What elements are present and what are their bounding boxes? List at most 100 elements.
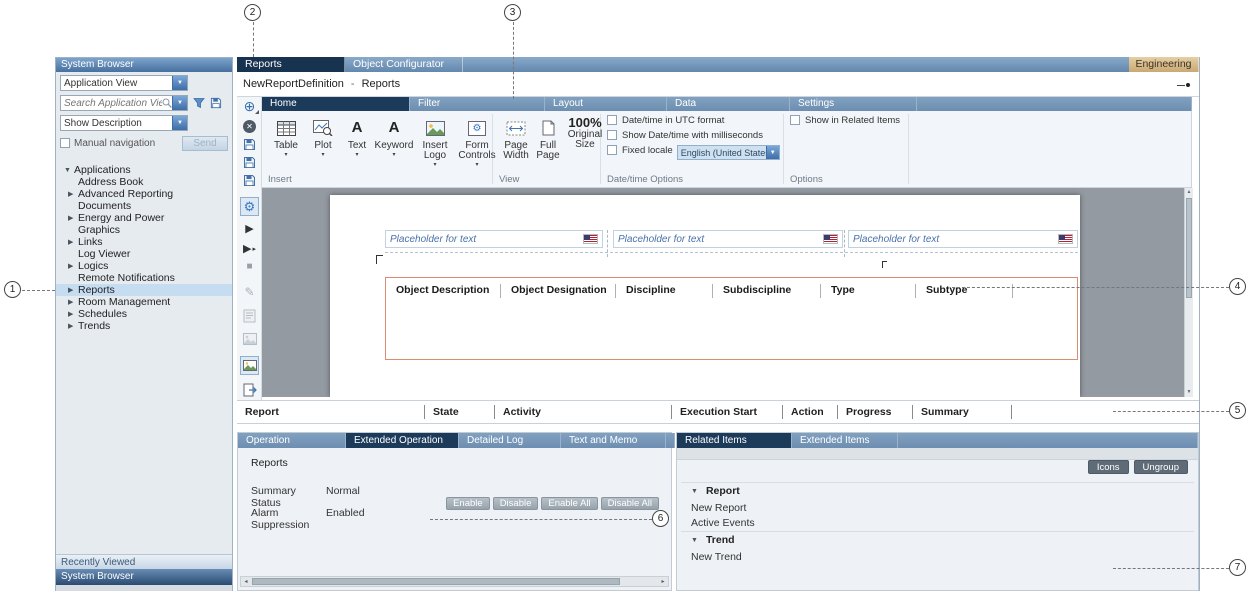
recently-viewed-bar[interactable]: Recently Viewed bbox=[56, 554, 232, 569]
report-page[interactable]: Placeholder for text Placeholder for tex… bbox=[330, 195, 1080, 397]
collapse-arrow-icon[interactable]: ▼ bbox=[64, 167, 74, 174]
tree-item-energy-and-power[interactable]: ▶ Energy and Power bbox=[56, 212, 232, 224]
table-column-header[interactable]: Subdiscipline bbox=[713, 284, 821, 359]
scrollbar-thumb[interactable] bbox=[252, 578, 620, 585]
tree-item-trends[interactable]: ▶ Trends bbox=[56, 320, 232, 332]
related-items-checkbox[interactable] bbox=[790, 115, 800, 125]
locale-select[interactable]: English (United States) ▼ bbox=[677, 145, 780, 160]
search-input[interactable] bbox=[61, 98, 162, 109]
expand-arrow-icon[interactable]: ▶ bbox=[68, 262, 78, 270]
tab-object-configurator[interactable]: Object Configurator bbox=[345, 57, 463, 72]
run-icon[interactable]: ▶ bbox=[237, 220, 262, 238]
queue-column-report[interactable]: Report bbox=[237, 405, 425, 419]
disable-all-button[interactable]: Disable All bbox=[601, 497, 659, 510]
table-column-header[interactable]: Object Description bbox=[386, 284, 501, 359]
view-selector[interactable]: Application View ▼ bbox=[60, 75, 188, 91]
tree-item-advanced-reporting[interactable]: ▶ Advanced Reporting bbox=[56, 188, 232, 200]
expand-arrow-icon[interactable]: ▶ bbox=[68, 238, 78, 246]
table-column-header[interactable]: Discipline bbox=[616, 284, 713, 359]
tree-item-graphics[interactable]: Graphics bbox=[56, 224, 232, 236]
plot-button[interactable]: Plot ▾ bbox=[304, 115, 342, 158]
related-item-new-report[interactable]: New Report bbox=[691, 502, 746, 514]
expand-arrow-icon[interactable]: ▶ bbox=[68, 190, 78, 198]
queue-column-summary[interactable]: Summary bbox=[913, 405, 1012, 419]
related-group-trend[interactable]: ▼ Trend bbox=[691, 534, 735, 546]
ungroup-button[interactable]: Ungroup bbox=[1134, 460, 1188, 474]
cancel-icon[interactable]: ✕ bbox=[237, 117, 262, 135]
pin-icon[interactable] bbox=[1177, 83, 1191, 87]
ribbon-tab-filter[interactable]: Filter bbox=[410, 97, 545, 111]
tree-item-reports[interactable]: ▶ Reports bbox=[56, 284, 232, 296]
system-browser-footer-bar[interactable]: System Browser bbox=[56, 569, 232, 585]
description-selector[interactable]: Show Description ▼ bbox=[60, 115, 188, 131]
save-filter-icon[interactable] bbox=[210, 97, 222, 109]
breadcrumb-name[interactable]: NewReportDefinition bbox=[243, 78, 344, 90]
text-placeholder-1[interactable]: Placeholder for text bbox=[385, 230, 603, 248]
enable-all-button[interactable]: Enable All bbox=[541, 497, 597, 510]
ribbon-tab-data[interactable]: Data bbox=[667, 97, 790, 111]
tree-item-documents[interactable]: Documents bbox=[56, 200, 232, 212]
scroll-down-icon[interactable]: ▼ bbox=[1185, 388, 1193, 397]
tab-extended-operation[interactable]: Extended Operation bbox=[346, 433, 459, 448]
scroll-up-icon[interactable]: ▲ bbox=[1185, 188, 1193, 197]
page-width-button[interactable]: Page Width bbox=[499, 115, 533, 161]
tree-item-address-book[interactable]: Address Book bbox=[56, 176, 232, 188]
queue-column-activity[interactable]: Activity bbox=[495, 405, 672, 419]
edit-icon[interactable]: ✎ bbox=[237, 283, 262, 301]
table-column-header[interactable]: Subtype bbox=[916, 284, 1013, 359]
text-placeholder-2[interactable]: Placeholder for text bbox=[613, 230, 843, 248]
expand-arrow-icon[interactable]: ▶ bbox=[68, 214, 78, 222]
ribbon-tab-layout[interactable]: Layout bbox=[545, 97, 667, 111]
utc-checkbox[interactable] bbox=[607, 115, 617, 125]
related-group-report[interactable]: ▼ Report bbox=[691, 485, 740, 497]
tree-item-links[interactable]: ▶ Links bbox=[56, 236, 232, 248]
image-icon[interactable] bbox=[237, 330, 262, 348]
text-placeholder-3[interactable]: Placeholder for text bbox=[848, 230, 1078, 248]
queue-column-state[interactable]: State bbox=[425, 405, 495, 419]
select-object-icon[interactable]: ⊕ bbox=[237, 97, 262, 115]
tree-item-applications[interactable]: ▼ Applications bbox=[56, 164, 232, 176]
save-as-icon[interactable] bbox=[237, 153, 262, 171]
settings-gear-icon[interactable]: ⚙ bbox=[237, 196, 262, 217]
tree-item-log-viewer[interactable]: Log Viewer bbox=[56, 248, 232, 260]
tree-item-remote-notifications[interactable]: Remote Notifications bbox=[56, 272, 232, 284]
enable-button[interactable]: Enable bbox=[446, 497, 490, 510]
filter-funnel-icon[interactable] bbox=[193, 97, 205, 109]
text-button[interactable]: A Text ▾ bbox=[342, 115, 372, 158]
send-button[interactable]: Send bbox=[182, 136, 228, 151]
expand-arrow-icon[interactable]: ▶ bbox=[68, 298, 78, 306]
save-all-icon[interactable] bbox=[237, 171, 262, 189]
scroll-right-icon[interactable]: ▸ bbox=[658, 578, 668, 585]
disable-button[interactable]: Disable bbox=[493, 497, 539, 510]
stop-icon[interactable]: ■ bbox=[237, 258, 262, 276]
queue-column-progress[interactable]: Progress bbox=[838, 405, 913, 419]
search-options-chevron-icon[interactable]: ▼ bbox=[172, 96, 187, 110]
expand-arrow-icon[interactable]: ▶ bbox=[68, 322, 78, 330]
expand-arrow-icon[interactable]: ▶ bbox=[68, 286, 78, 294]
keyword-button[interactable]: A Keyword ▾ bbox=[372, 115, 416, 158]
queue-column-execution-start[interactable]: Execution Start bbox=[672, 405, 783, 419]
related-item-new-trend[interactable]: New Trend bbox=[691, 551, 742, 563]
canvas-scrollbar[interactable]: ▲ ▼ bbox=[1184, 188, 1193, 397]
manual-navigation-checkbox[interactable] bbox=[60, 138, 70, 148]
run-options-icon[interactable]: ▶▸ bbox=[237, 240, 262, 258]
chevron-down-icon[interactable]: ▼ bbox=[172, 116, 187, 130]
icons-button[interactable]: Icons bbox=[1088, 460, 1129, 474]
tree-item-schedules[interactable]: ▶ Schedules bbox=[56, 308, 232, 320]
chevron-down-icon[interactable]: ▼ bbox=[766, 146, 779, 159]
tab-engineering[interactable]: Engineering bbox=[1129, 57, 1199, 72]
expand-arrow-icon[interactable]: ▶ bbox=[68, 310, 78, 318]
tab-text-and-memo[interactable]: Text and Memo bbox=[561, 433, 666, 448]
tab-extended-items[interactable]: Extended Items bbox=[792, 433, 898, 448]
table-button[interactable]: Table ▾ bbox=[268, 115, 304, 158]
tab-operation[interactable]: Operation bbox=[238, 433, 346, 448]
export-icon[interactable] bbox=[237, 381, 262, 399]
ribbon-tab-home[interactable]: Home bbox=[262, 97, 410, 111]
tree-item-logics[interactable]: ▶ Logics bbox=[56, 260, 232, 272]
collapse-arrow-icon[interactable]: ▼ bbox=[691, 537, 698, 544]
ribbon-tab-settings[interactable]: Settings bbox=[790, 97, 917, 111]
operation-panel-scrollbar[interactable]: ◂ ▸ bbox=[240, 576, 669, 587]
insert-logo-button[interactable]: Insert Logo ▾ bbox=[416, 115, 454, 168]
save-icon[interactable] bbox=[237, 135, 262, 153]
tab-detailed-log[interactable]: Detailed Log bbox=[459, 433, 561, 448]
